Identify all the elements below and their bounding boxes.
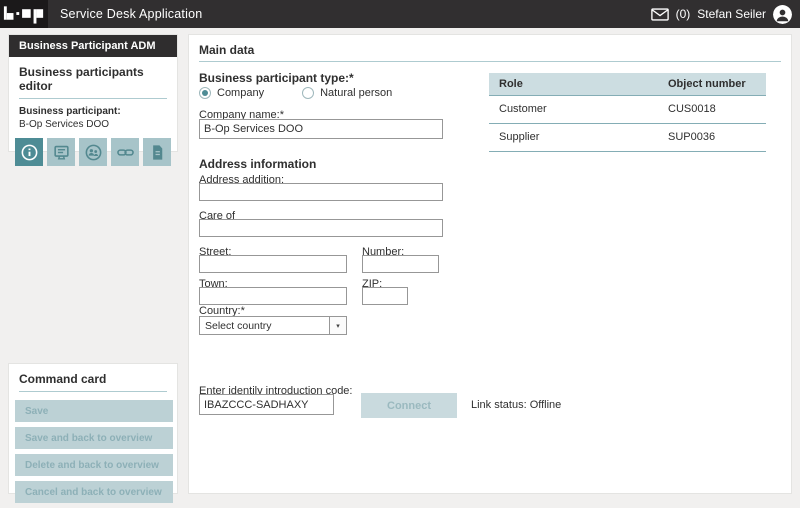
country-select[interactable]: Select country ▾ [199, 316, 347, 335]
identity-code-input[interactable] [199, 394, 334, 415]
main-data-panel: Main data Business participant type:* Co… [188, 34, 792, 494]
country-select-value: Select country [200, 320, 329, 332]
object-number-column-header: Object number [658, 73, 766, 95]
business-participant-panel: Business Participant ADM Business partic… [8, 34, 178, 152]
editor-tab-bar [15, 138, 171, 166]
link-icon [116, 143, 135, 162]
link-status-text: Link status: Offline [471, 399, 561, 411]
object-number-cell: SUP0036 [658, 123, 766, 151]
radio-company-circle[interactable] [199, 87, 211, 99]
radio-natural-person[interactable]: Natural person [302, 87, 392, 99]
tab-contacts[interactable] [79, 138, 107, 166]
user-name: Stefan Seiler [697, 7, 766, 21]
command-card-panel: Command card Save Save and back to overv… [8, 363, 178, 494]
people-icon [84, 143, 103, 162]
document-icon [148, 143, 167, 162]
participant-value: B-Op Services DOO [19, 119, 167, 130]
role-column-header: Role [489, 73, 658, 95]
tab-documents[interactable] [143, 138, 171, 166]
care-of-input[interactable] [199, 219, 443, 237]
participant-type-radios: Company Natural person [199, 87, 392, 99]
chevron-down-icon[interactable]: ▾ [329, 317, 346, 334]
chat-board-icon [52, 143, 71, 162]
role-cell: Supplier [489, 123, 658, 151]
radio-natural-label: Natural person [320, 87, 392, 99]
save-button[interactable]: Save [15, 400, 173, 422]
main-data-title: Main data [199, 43, 254, 57]
tab-communication[interactable] [47, 138, 75, 166]
app-logo [0, 0, 48, 28]
address-section-title: Address information [199, 157, 316, 171]
service-desk-app: Service Desk Application (0) Stefan Seil… [0, 0, 800, 508]
connect-button[interactable]: Connect [361, 393, 457, 418]
editor-divider [19, 98, 167, 99]
roles-table: Role Object number Customer CUS0018 Supp… [489, 73, 766, 152]
main-data-divider [199, 61, 781, 62]
tab-main-data[interactable] [15, 138, 43, 166]
radio-natural-circle[interactable] [302, 87, 314, 99]
town-input[interactable] [199, 287, 347, 305]
mail-count: (0) [676, 7, 691, 21]
table-row[interactable]: Supplier SUP0036 [489, 123, 766, 151]
participant-label: Business participant: [19, 106, 167, 117]
radio-company[interactable]: Company [199, 87, 264, 99]
zip-input[interactable] [362, 287, 408, 305]
address-addition-input[interactable] [199, 183, 443, 201]
app-title: Service Desk Application [60, 7, 202, 21]
app-header: Service Desk Application (0) Stefan Seil… [0, 0, 800, 28]
radio-company-label: Company [217, 87, 264, 99]
tab-links[interactable] [111, 138, 139, 166]
number-input[interactable] [362, 255, 439, 273]
street-input[interactable] [199, 255, 347, 273]
module-header: Business Participant ADM [9, 35, 177, 57]
role-cell: Customer [489, 95, 658, 123]
save-and-back-button[interactable]: Save and back to overview [15, 427, 173, 449]
mail-icon[interactable] [651, 8, 669, 21]
participant-type-label: Business participant type:* [199, 71, 354, 85]
company-name-input[interactable] [199, 119, 443, 139]
command-card-divider [19, 391, 167, 392]
object-number-cell: CUS0018 [658, 95, 766, 123]
user-avatar-icon[interactable] [773, 5, 792, 24]
table-row[interactable]: Customer CUS0018 [489, 95, 766, 123]
editor-title: Business participants editor [19, 65, 167, 93]
delete-and-back-button[interactable]: Delete and back to overview [15, 454, 173, 476]
info-icon [20, 143, 39, 162]
roles-table-header-row: Role Object number [489, 73, 766, 95]
bop-logo-icon [2, 3, 46, 25]
command-card-title: Command card [19, 372, 167, 386]
cancel-and-back-button[interactable]: Cancel and back to overview [15, 481, 173, 503]
